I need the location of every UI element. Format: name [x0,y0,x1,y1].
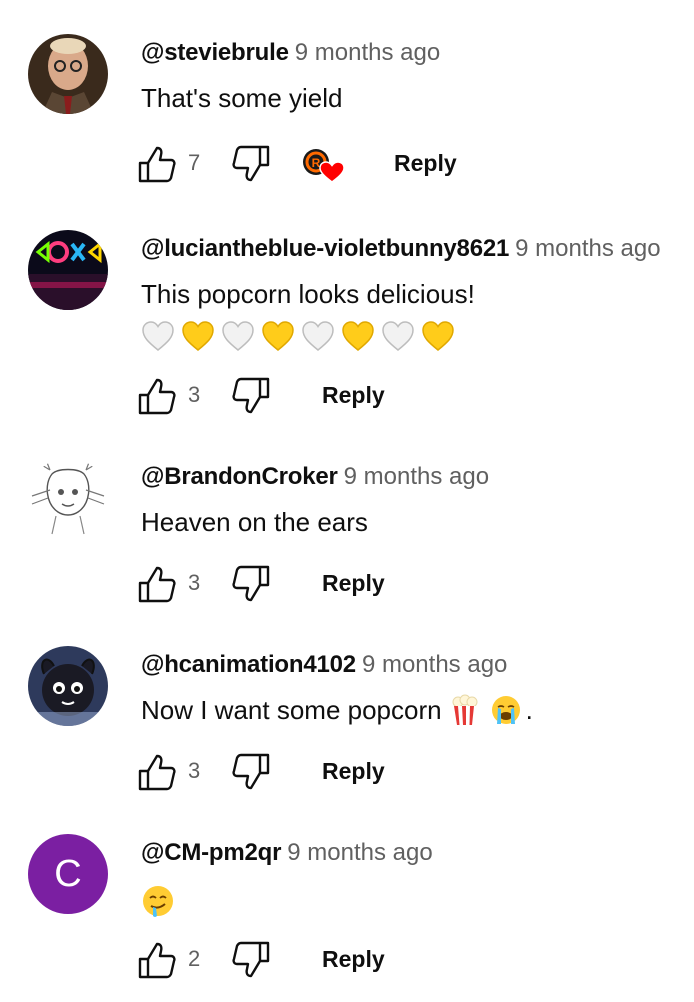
timestamp[interactable]: 9 months ago [515,235,660,262]
yellow-heart-icon [182,321,214,351]
comment-text: Heaven on the ears [141,507,368,537]
author-name[interactable]: @luciantheblue-violetbunny8621 [141,235,509,262]
comment-text: Now I want some popcorn . [141,694,533,726]
thumbs-down-icon [232,145,270,182]
dislike-button[interactable] [230,564,270,604]
thumbs-up-icon [138,566,176,603]
thumbs-down-icon [232,377,270,414]
yellow-heart-icon [422,321,454,351]
like-count: 3 [188,570,201,595]
like-button[interactable] [138,376,178,416]
author-name[interactable]: @CM-pm2qr [141,839,281,866]
timestamp[interactable]: 9 months ago [344,463,489,490]
drooling-face-emoji-icon [143,886,173,917]
timestamp[interactable]: 9 months ago [362,651,507,678]
comment-text-trailing: . [525,695,533,725]
comment-header: @hcanimation4102 9 months ago [141,650,507,680]
crying-face-emoji-icon [491,696,520,724]
comment-text-main: Now I want some popcorn [141,695,442,725]
thumbs-down-icon [232,753,270,790]
comment-text: This popcorn looks delicious! [141,279,475,309]
comment-header: @luciantheblue-violetbunny8621 9 months a… [141,234,661,264]
thumbs-up-icon [138,146,176,183]
comment-text [141,884,175,925]
dislike-button[interactable] [230,376,270,416]
avatar[interactable] [28,230,108,310]
timestamp[interactable]: 9 months ago [295,39,440,66]
yellow-heart-icon [342,321,374,351]
reply-button[interactable]: Reply [394,148,457,178]
avatar[interactable] [28,646,108,726]
reply-button[interactable]: Reply [322,756,385,786]
comment-header: @steviebrule 9 months ago [141,38,440,68]
reply-button[interactable]: Reply [322,380,385,410]
like-button[interactable] [138,144,178,184]
avatar[interactable] [28,34,108,114]
white-heart-icon [302,321,334,351]
author-name[interactable]: @BrandonCroker [141,463,338,490]
emoji-line [141,320,455,352]
avatar-letter: C [54,852,82,895]
avatar[interactable] [28,458,108,538]
comment-text: That's some yield [141,83,343,113]
white-heart-icon [142,321,174,351]
comment-header: @BrandonCroker 9 months ago [141,462,489,492]
like-button[interactable] [138,564,178,604]
like-count: 2 [188,946,201,971]
dislike-button[interactable] [230,940,270,980]
reply-button[interactable]: Reply [322,944,385,974]
popcorn-emoji-icon [452,694,478,725]
timestamp[interactable]: 9 months ago [287,839,432,866]
dislike-button[interactable] [230,144,270,184]
white-heart-icon [382,321,414,351]
reply-button[interactable]: Reply [322,568,385,598]
like-button[interactable] [138,752,178,792]
like-count: 3 [188,382,201,407]
white-heart-icon [222,321,254,351]
comment-header: @CM-pm2qr 9 months ago [141,838,433,868]
thumbs-down-icon [232,565,270,602]
creator-heart-badge[interactable]: R [302,144,346,184]
thumbs-up-icon [138,378,176,415]
like-count: 7 [188,150,201,175]
author-name[interactable]: @hcanimation4102 [141,651,356,678]
thumbs-up-icon [138,754,176,791]
avatar[interactable]: C [28,834,108,914]
author-name[interactable]: @steviebrule [141,39,289,66]
thumbs-down-icon [232,941,270,978]
like-count: 3 [188,758,201,783]
like-button[interactable] [138,940,178,980]
thumbs-up-icon [138,942,176,979]
dislike-button[interactable] [230,752,270,792]
heart-icon [319,161,345,183]
yellow-heart-icon [262,321,294,351]
